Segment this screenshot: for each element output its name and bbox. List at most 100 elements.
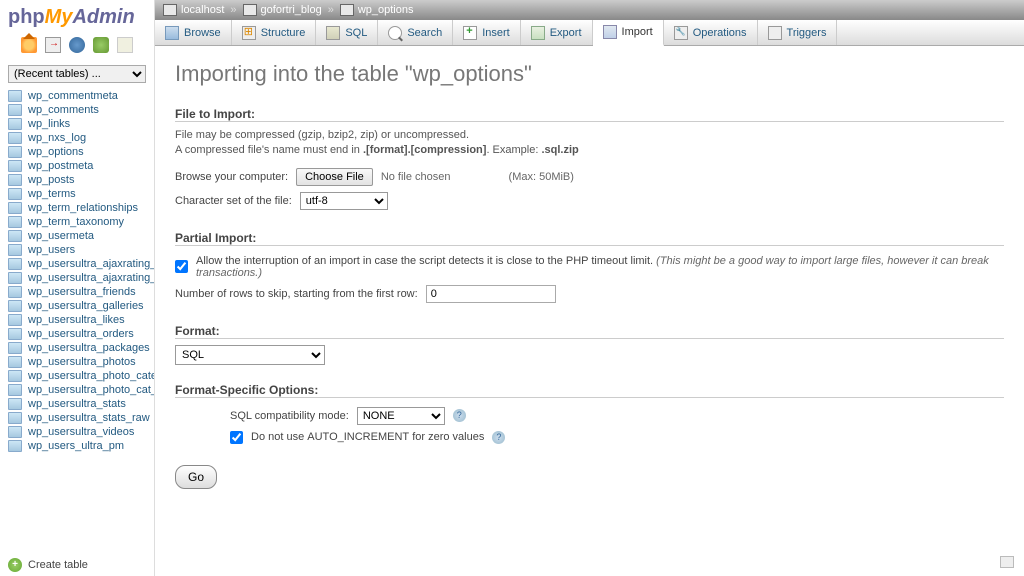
table-row[interactable]: wp_usersultra_galleries (0, 299, 154, 313)
tab-operations[interactable]: Operations (664, 20, 758, 45)
table-row[interactable]: wp_usersultra_videos (0, 425, 154, 439)
table-row[interactable]: wp_usersultra_photos (0, 355, 154, 369)
table-row[interactable]: wp_postmeta (0, 159, 154, 173)
database-icon (243, 4, 257, 16)
table-row[interactable]: wp_posts (0, 173, 154, 187)
table-row[interactable]: wp_usersultra_friends (0, 285, 154, 299)
help-icon[interactable]: ? (492, 431, 505, 444)
breadcrumb-sep: » (328, 4, 334, 16)
docs-icon[interactable] (117, 37, 133, 53)
content: Importing into the table "wp_options" Fi… (155, 46, 1024, 576)
tab-structure[interactable]: Structure (232, 20, 317, 45)
go-button[interactable]: Go (175, 465, 217, 489)
insert-icon (463, 26, 477, 40)
table-icon (8, 314, 22, 326)
table-row[interactable]: wp_options (0, 145, 154, 159)
tab-triggers[interactable]: Triggers (758, 20, 838, 45)
format-specific: Format-Specific Options: SQL compatibili… (175, 383, 1004, 447)
tab-browse[interactable]: Browse (155, 20, 232, 45)
table-list: wp_commentmeta wp_comments wp_linkswp_nxs_… (0, 87, 154, 550)
table-row[interactable]: wp_users (0, 243, 154, 257)
logout-icon[interactable] (45, 37, 61, 53)
search-icon (388, 26, 402, 40)
table-row[interactable]: wp_usersultra_likes (0, 313, 154, 327)
table-row[interactable]: wp_comments (0, 103, 154, 117)
table-row[interactable]: wp_terms (0, 187, 154, 201)
format-select[interactable]: SQL (175, 345, 325, 365)
query-window-icon[interactable] (69, 37, 85, 53)
table-row[interactable]: wp_usersultra_photo_categor (0, 369, 154, 383)
recent-tables-select[interactable]: (Recent tables) ... (8, 65, 146, 83)
table-row[interactable]: wp_usersultra_ajaxrating_vot (0, 257, 154, 271)
table-name: wp_users_ultra_pm (28, 440, 124, 452)
skip-rows-input[interactable] (426, 285, 556, 303)
table-row[interactable]: wp_users_ultra_pm (0, 439, 154, 453)
table-icon (8, 146, 22, 158)
table-name: wp_usersultra_stats_raw (28, 412, 150, 424)
table-icon (8, 384, 22, 396)
table-row[interactable]: wp_usersultra_stats (0, 397, 154, 411)
table-icon (8, 104, 22, 116)
table-row[interactable]: wp_usersultra_packages (0, 341, 154, 355)
logo[interactable]: phpMyAdmin (0, 0, 154, 33)
table-row[interactable]: wp_links (0, 117, 154, 131)
home-icon[interactable] (21, 37, 37, 53)
table-row[interactable]: wp_term_taxonomy (0, 215, 154, 229)
table-name: wp_links (28, 118, 70, 130)
table-row[interactable]: wp_usersultra_photo_cat_rel (0, 383, 154, 397)
table-icon (8, 272, 22, 284)
table-row[interactable]: wp_term_relationships (0, 201, 154, 215)
skip-rows-label: Number of rows to skip, starting from th… (175, 288, 418, 300)
table-name: wp_options (28, 146, 84, 158)
table-icon (8, 440, 22, 452)
table-icon (8, 244, 22, 256)
charset-select[interactable]: utf-8 (300, 192, 388, 210)
table-row[interactable]: wp_usersultra_orders (0, 327, 154, 341)
table-name: wp_usersultra_ajaxrating_vot (28, 272, 154, 284)
table-icon (8, 426, 22, 438)
table-name: wp_terms (28, 188, 76, 200)
browse-label: Browse your computer: (175, 171, 288, 183)
tab-export[interactable]: Export (521, 20, 593, 45)
tab-search[interactable]: Search (378, 20, 453, 45)
resize-handle-icon[interactable] (1000, 556, 1014, 568)
table-row[interactable]: wp_usersultra_ajaxrating_vot (0, 271, 154, 285)
file-to-import: File to Import: File may be compressed (… (175, 107, 1004, 213)
compat-select[interactable]: NONE (357, 407, 445, 425)
tab-sql[interactable]: SQL (316, 20, 378, 45)
table-icon (8, 118, 22, 130)
format-legend: Format: (175, 324, 1004, 339)
breadcrumb-db[interactable]: gofortri_blog (243, 4, 322, 16)
reload-icon[interactable] (93, 37, 109, 53)
table-icon (8, 370, 22, 382)
allow-interrupt-checkbox[interactable] (175, 260, 188, 273)
import-icon (603, 25, 617, 39)
auto-increment-checkbox[interactable] (230, 431, 243, 444)
table-row[interactable]: wp_usersultra_stats_raw (0, 411, 154, 425)
table-row[interactable]: wp_nxs_log (0, 131, 154, 145)
page-title: Importing into the table "wp_options" (175, 61, 1004, 87)
table-name: wp_posts (28, 174, 74, 186)
create-table[interactable]: + Create table (0, 554, 154, 576)
table-icon (8, 342, 22, 354)
help-icon[interactable]: ? (453, 409, 466, 422)
table-icon (8, 202, 22, 214)
table-name: wp_usersultra_photos (28, 356, 136, 368)
tab-insert[interactable]: Insert (453, 20, 521, 45)
table-name: wp_usersultra_ajaxrating_vot (28, 258, 154, 270)
tab-import[interactable]: Import (593, 20, 664, 46)
breadcrumb-host[interactable]: localhost (163, 4, 224, 16)
table-name: wp_commentmeta (28, 90, 118, 102)
table-icon (8, 356, 22, 368)
breadcrumb-table[interactable]: wp_options (340, 4, 414, 16)
table-row[interactable]: wp_commentmeta (0, 89, 154, 103)
plus-icon: + (8, 558, 22, 572)
table-row[interactable]: wp_usermeta (0, 229, 154, 243)
table-icon (8, 398, 22, 410)
structure-icon (242, 26, 256, 40)
max-size: (Max: 50MiB) (509, 171, 574, 183)
table-name: wp_comments (28, 104, 99, 116)
table-name: wp_users (28, 244, 75, 256)
table-name: wp_usermeta (28, 230, 94, 242)
choose-file-button[interactable]: Choose File (296, 168, 373, 186)
